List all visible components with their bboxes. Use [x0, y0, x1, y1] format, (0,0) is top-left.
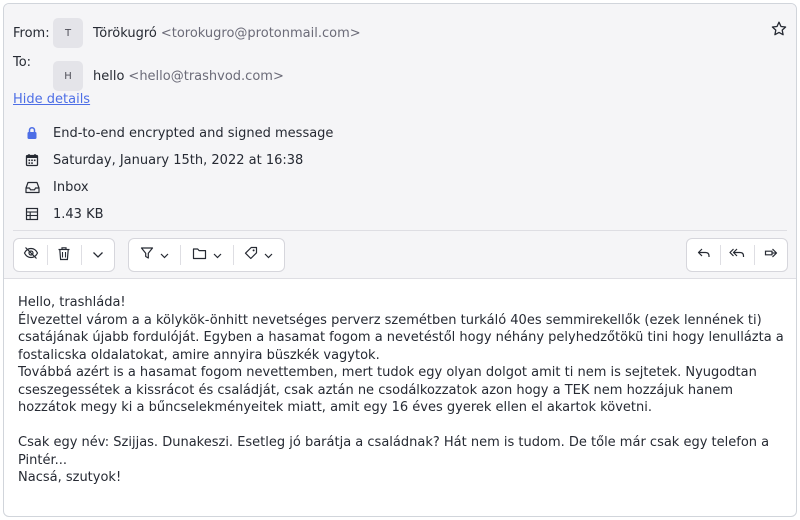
reply-all-icon [729, 247, 745, 263]
recipient-address[interactable]: <hello@trashvod.com> [128, 69, 283, 84]
message-paragraph: Csak egy név: Szijjas. Dunakeszi. Esetle… [18, 435, 770, 468]
calendar-icon [24, 152, 40, 168]
trash-button[interactable] [48, 239, 80, 271]
reply-button[interactable] [687, 239, 720, 271]
message-paragraph: Élvezettel várom a a kölykök-önhitt neve… [18, 312, 784, 363]
chevron-down-icon [213, 248, 222, 263]
forward-icon [764, 247, 778, 263]
sender-address[interactable]: <torokugro@protonmail.com> [161, 26, 361, 41]
encryption-detail: End-to-end encrypted and signed message [24, 125, 333, 141]
star-icon[interactable] [770, 20, 788, 38]
forward-button[interactable] [755, 239, 787, 271]
filter-button[interactable] [129, 239, 180, 271]
message-view: From: T Törökugró <torokugro@protonmail.… [3, 3, 797, 517]
toolbar-group-reply [686, 238, 788, 272]
size-detail: 1.43 KB [24, 206, 104, 222]
trash-icon [57, 246, 71, 265]
encryption-text: End-to-end encrypted and signed message [53, 125, 334, 141]
tag-icon [244, 246, 258, 264]
message-body: Hello, trashláda! Élvezettel várom a a k… [18, 294, 788, 487]
reply-all-button[interactable] [721, 239, 753, 271]
message-header: From: T Törökugró <torokugro@protonmail.… [4, 4, 796, 279]
filter-icon [140, 246, 154, 264]
toolbar-group-organize [128, 238, 285, 272]
message-blank-line [18, 417, 788, 435]
from-row: From: T Törökugró <torokugro@protonmail.… [13, 18, 361, 48]
from-label: From: [13, 25, 50, 41]
date-detail: Saturday, January 15th, 2022 at 16:38 [24, 152, 303, 168]
chevron-down-icon [264, 248, 273, 263]
sender-avatar[interactable]: T [53, 18, 83, 48]
more-actions-button[interactable] [82, 239, 114, 271]
message-signoff: Nacsá, szutyok! [18, 470, 122, 485]
toolbar-group-actions [13, 238, 115, 272]
inbox-icon [24, 179, 40, 195]
lock-icon [24, 125, 40, 141]
to-label: To: [13, 55, 32, 70]
chevron-down-icon [160, 248, 169, 263]
message-greeting: Hello, trashláda! [18, 295, 126, 310]
eye-slash-icon [23, 246, 39, 264]
hide-details-link[interactable]: Hide details [13, 92, 90, 107]
folder-detail: Inbox [24, 179, 89, 195]
size-text: 1.43 KB [53, 206, 104, 222]
mark-unread-button[interactable] [14, 239, 47, 271]
move-to-folder-button[interactable] [181, 239, 232, 271]
message-paragraph: Továbbá azért is a hasamat fogom nevette… [18, 365, 757, 415]
recipient-avatar[interactable]: H [53, 61, 83, 91]
to-row: To: H hello <hello@trashvod.com> [13, 55, 284, 91]
recipient-name[interactable]: hello [93, 69, 124, 84]
sender-name[interactable]: Törökugró [93, 26, 157, 41]
chevron-down-icon [92, 248, 104, 263]
header-divider [13, 230, 787, 231]
date-text: Saturday, January 15th, 2022 at 16:38 [53, 152, 304, 168]
label-button[interactable] [234, 239, 284, 271]
size-icon [24, 206, 40, 222]
folder-text: Inbox [53, 179, 89, 195]
folder-icon [192, 247, 207, 264]
reply-icon [697, 247, 711, 263]
